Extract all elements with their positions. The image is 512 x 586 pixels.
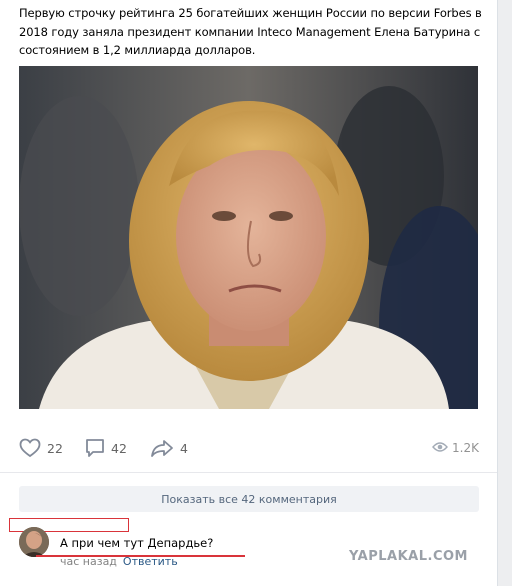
comment-meta: час назад Ответить: [60, 555, 178, 568]
comment-time: час назад: [60, 555, 117, 568]
post-text: Первую строчку рейтинга 25 богатейших же…: [19, 6, 482, 57]
like-button[interactable]: 22: [19, 434, 63, 462]
reply-link[interactable]: Ответить: [123, 555, 178, 568]
comment-count: 42: [111, 440, 127, 456]
comment-text: А при чем тут Депардье?: [60, 536, 214, 550]
show-all-comments-button[interactable]: Показать все 42 комментария: [19, 486, 479, 512]
share-arrow-icon: [150, 438, 174, 458]
post-actions: 22 42 4 1.2K: [19, 434, 479, 462]
divider: [0, 472, 497, 473]
comment-button[interactable]: 42: [85, 434, 127, 462]
photo-illustration: [19, 66, 478, 409]
post-card: Первую строчку рейтинга 25 богатейших же…: [0, 0, 498, 586]
views-count: 1.2K: [452, 441, 479, 455]
avatar[interactable]: [19, 527, 49, 557]
eye-icon: [432, 441, 448, 456]
like-count: 22: [47, 440, 63, 456]
share-count: 4: [180, 440, 188, 456]
share-button[interactable]: 4: [150, 434, 188, 462]
views-counter: 1.2K: [432, 434, 479, 462]
heart-icon: [19, 438, 41, 458]
speech-bubble-icon: [85, 438, 105, 458]
post-photo[interactable]: [19, 66, 478, 409]
watermark: YAPLAKAL.COM: [349, 549, 468, 564]
